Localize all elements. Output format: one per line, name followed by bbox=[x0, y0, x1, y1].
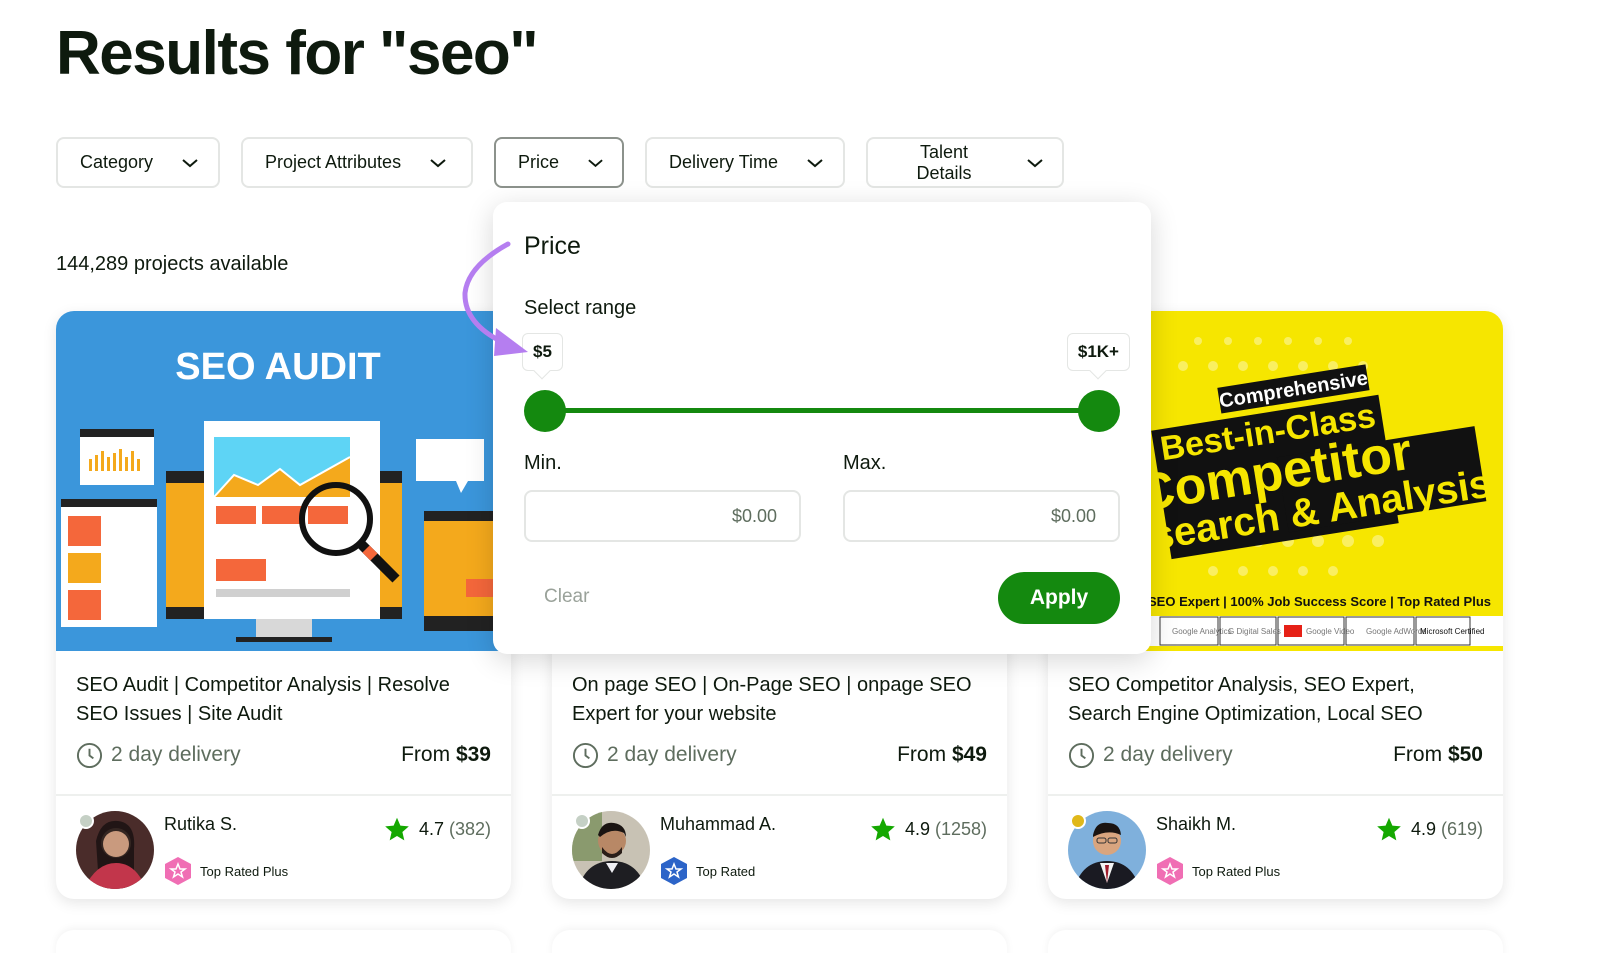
badge-label: Top Rated bbox=[696, 863, 756, 879]
logo-google-analytics: Google Analytics bbox=[1172, 627, 1232, 636]
filter-bar: Category Project Attributes Price Delive… bbox=[56, 137, 1064, 188]
price-prefix: From bbox=[401, 743, 451, 766]
star-icon bbox=[871, 817, 895, 841]
filter-project-attributes[interactable]: Project Attributes bbox=[241, 137, 473, 188]
chevron-down-icon bbox=[182, 158, 198, 167]
star-icon bbox=[1377, 817, 1401, 841]
delivery-info: 2 day delivery bbox=[1068, 742, 1233, 769]
top-rated-plus-icon bbox=[1157, 857, 1183, 885]
chevron-down-icon bbox=[807, 158, 823, 167]
project-price: From $39 bbox=[401, 743, 491, 767]
filter-label: Delivery Time bbox=[669, 152, 779, 172]
results-count: 144,289 projects available bbox=[56, 253, 289, 275]
project-price: From $50 bbox=[1393, 743, 1483, 767]
rating-value: 4.7 bbox=[418, 819, 444, 839]
filter-label: Talent Details bbox=[916, 141, 972, 183]
seller-badge: Top Rated Plus bbox=[164, 856, 288, 886]
project-thumbnail: SEO AUDIT bbox=[56, 311, 511, 651]
range-slider-min-handle[interactable] bbox=[524, 390, 566, 432]
seller-badge: Top Rated bbox=[660, 856, 755, 886]
delivery-info: 2 day delivery bbox=[76, 742, 241, 769]
popover-subtitle: Select range bbox=[524, 297, 637, 319]
seo-audit-illustration: SEO AUDIT bbox=[61, 346, 511, 642]
project-price: From $49 bbox=[897, 743, 987, 767]
status-dot-away bbox=[1070, 813, 1086, 829]
seller-name[interactable]: Rutika S. bbox=[164, 814, 237, 835]
logo-digital-sales: G Digital Sales bbox=[1228, 627, 1281, 636]
chevron-down-icon bbox=[430, 158, 446, 167]
status-dot-offline bbox=[78, 813, 94, 829]
apply-button[interactable]: Apply bbox=[998, 572, 1120, 624]
max-price-input[interactable] bbox=[843, 490, 1120, 542]
seller-rating: 4.7 (382) bbox=[383, 816, 491, 843]
range-slider-max-handle[interactable] bbox=[1078, 390, 1120, 432]
star-icon bbox=[385, 817, 409, 841]
filter-category[interactable]: Category bbox=[56, 137, 220, 188]
max-label: Max. bbox=[843, 452, 887, 474]
logo-adwords: Google AdWords bbox=[1366, 627, 1426, 636]
filter-price[interactable]: Price bbox=[494, 137, 624, 188]
badge-label: Top Rated Plus bbox=[200, 863, 289, 879]
project-card[interactable]: SEO AUDIT SEO Audit | Competitor Analysi… bbox=[56, 311, 511, 899]
top-rated-plus-icon bbox=[165, 857, 191, 885]
project-card-next-row bbox=[552, 930, 1007, 953]
filter-delivery-time[interactable]: Delivery Time bbox=[645, 137, 845, 188]
page-title: Results for "seo" bbox=[56, 19, 539, 88]
logo-google-video: Google Video bbox=[1306, 627, 1355, 636]
seller-rating: 4.9 (1258) bbox=[869, 816, 987, 843]
price-prefix: From bbox=[1393, 743, 1443, 766]
clock-icon bbox=[572, 742, 599, 768]
price-value: $50 bbox=[1447, 743, 1483, 766]
clear-button[interactable]: Clear bbox=[544, 586, 589, 608]
delivery-info: 2 day delivery bbox=[572, 742, 737, 769]
project-title[interactable]: SEO Audit | Competitor Analysis | Resolv… bbox=[76, 671, 491, 729]
filter-talent-details[interactable]: Talent Details bbox=[866, 137, 1064, 188]
seller-name[interactable]: Shaikh M. bbox=[1156, 814, 1236, 835]
clock-icon bbox=[1068, 742, 1095, 768]
price-prefix: From bbox=[897, 743, 947, 766]
min-price-input[interactable] bbox=[524, 490, 801, 542]
project-card-next-row bbox=[56, 930, 511, 953]
badge-label: Top Rated Plus bbox=[1192, 863, 1281, 879]
price-filter-popover: Price Select range $5 $1K+ Min. Max. Cle… bbox=[493, 202, 1151, 654]
clock-icon bbox=[76, 742, 103, 768]
chevron-down-icon bbox=[1027, 158, 1043, 167]
delivery-text: 2 day delivery bbox=[1103, 743, 1233, 766]
review-count: (1258) bbox=[934, 819, 987, 839]
seller-info: Muhammad A. Top Rated 4.9 (1258) bbox=[552, 796, 1007, 899]
filter-label: Price bbox=[518, 152, 560, 172]
review-count: (619) bbox=[1440, 819, 1483, 839]
delivery-text: 2 day delivery bbox=[607, 743, 737, 766]
seller-info: Rutika S. Top Rated Plus 4.7 (382) bbox=[56, 796, 511, 899]
range-min-tooltip: $5 bbox=[522, 333, 563, 371]
seller-info: Shaikh M. Top Rated Plus 4.9 (619) bbox=[1048, 796, 1503, 899]
filter-label: Project Attributes bbox=[265, 152, 402, 172]
rating-value: 4.9 bbox=[904, 819, 930, 839]
seller-rating: 4.9 (619) bbox=[1375, 816, 1483, 843]
seller-badge: Top Rated Plus bbox=[1156, 856, 1280, 886]
review-count: (382) bbox=[448, 819, 491, 839]
top-rated-icon bbox=[661, 857, 687, 885]
status-dot-offline bbox=[574, 813, 590, 829]
thumb-footer: SEO Expert | 100% Job Success Score | To… bbox=[1148, 594, 1491, 609]
price-value: $39 bbox=[455, 743, 491, 766]
price-value: $49 bbox=[951, 743, 987, 766]
min-label: Min. bbox=[524, 452, 562, 474]
range-slider-track[interactable] bbox=[545, 408, 1100, 413]
chevron-down-icon bbox=[588, 158, 603, 167]
project-title[interactable]: On page SEO | On-Page SEO | onpage SEO E… bbox=[572, 671, 987, 729]
range-max-tooltip: $1K+ bbox=[1066, 333, 1130, 371]
seller-name[interactable]: Muhammad A. bbox=[660, 814, 776, 835]
delivery-text: 2 day delivery bbox=[111, 743, 241, 766]
project-title[interactable]: SEO Competitor Analysis, SEO Expert, Sea… bbox=[1068, 671, 1483, 729]
project-card-next-row bbox=[1048, 930, 1503, 953]
rating-value: 4.9 bbox=[1410, 819, 1436, 839]
filter-label: Category bbox=[80, 152, 154, 172]
thumb-title: SEO AUDIT bbox=[175, 346, 381, 388]
popover-title: Price bbox=[524, 232, 581, 260]
logo-microsoft: Microsoft Certified bbox=[1420, 627, 1484, 636]
